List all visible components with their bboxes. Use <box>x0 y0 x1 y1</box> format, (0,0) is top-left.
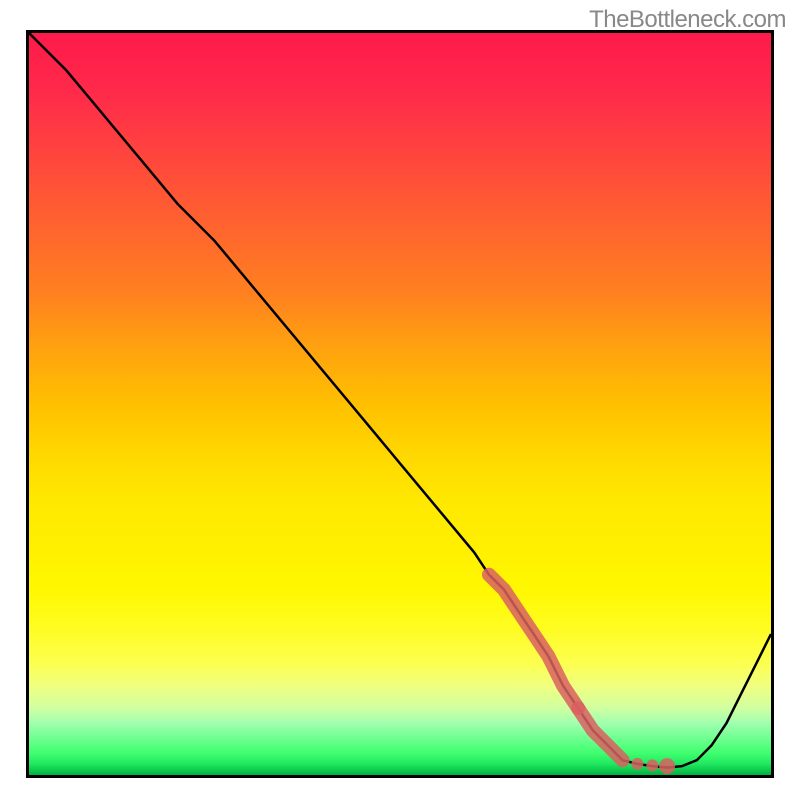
chart-container <box>26 30 774 778</box>
highlight-flat <box>578 708 623 760</box>
highlight-markers <box>489 575 675 774</box>
highlight-dot <box>631 758 643 770</box>
bottleneck-curve-path <box>29 33 771 768</box>
main-curve <box>29 33 771 768</box>
watermark-text: TheBottleneck.com <box>589 6 786 34</box>
highlight-stroke <box>489 575 578 709</box>
highlight-dot <box>659 758 675 774</box>
chart-svg <box>29 33 771 775</box>
highlight-dot <box>646 759 658 771</box>
